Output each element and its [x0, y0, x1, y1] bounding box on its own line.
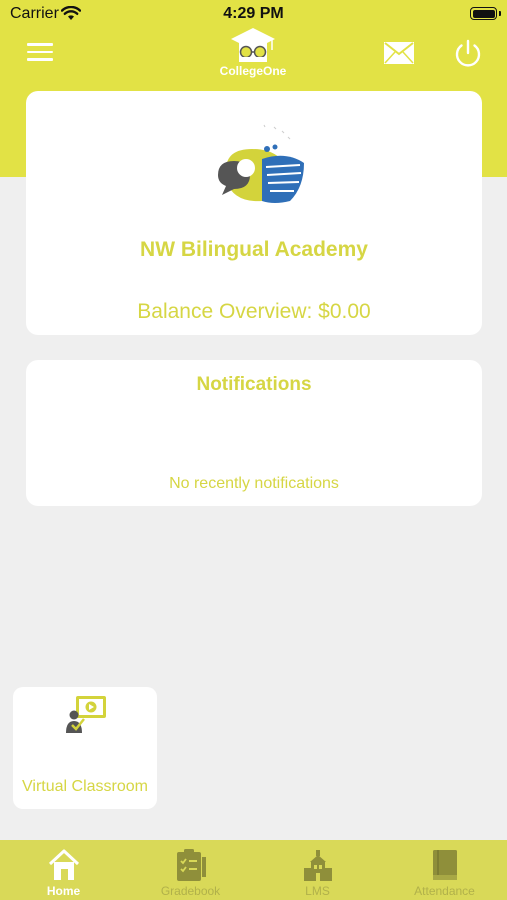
virtual-classroom-label: Virtual Classroom [22, 778, 148, 795]
tab-home[interactable]: Home [0, 840, 127, 900]
virtual-classroom-icon [64, 695, 108, 737]
tab-home-label: Home [46, 884, 81, 898]
notifications-empty-message: No recently notifications [169, 475, 339, 492]
virtual-classroom-button[interactable]: Virtual Classroom [13, 687, 157, 809]
tab-lms[interactable]: LMS [254, 840, 381, 900]
home-icon [48, 848, 80, 882]
school-logo [204, 115, 314, 215]
power-icon[interactable] [452, 38, 484, 70]
tab-attendance-label: Attendance [414, 884, 475, 898]
school-name: NW Bilingual Academy [140, 238, 368, 261]
graduate-cap-icon [231, 28, 275, 62]
notifications-card[interactable]: Notifications No recently notifications [26, 360, 482, 506]
gradebook-icon [175, 848, 207, 882]
lms-icon [302, 848, 334, 882]
school-card: NW Bilingual Academy Balance Overview: $… [26, 91, 482, 335]
collegeone-logo: CollegeOne [209, 26, 297, 80]
battery-icon [470, 7, 497, 20]
status-bar: Carrier 4:29 PM [0, 0, 507, 28]
hamburger-menu-icon[interactable] [27, 43, 55, 63]
balance-overview[interactable]: Balance Overview: $0.00 [26, 300, 482, 324]
tab-lms-label: LMS [305, 884, 330, 898]
status-time: 4:29 PM [223, 5, 284, 22]
notifications-title: Notifications [196, 374, 312, 395]
tab-attendance[interactable]: Attendance [381, 840, 507, 900]
attendance-icon [429, 848, 461, 882]
logo-text: CollegeOne [219, 64, 287, 78]
tab-gradebook-label: Gradebook [160, 884, 221, 898]
tab-gradebook[interactable]: Gradebook [127, 840, 254, 900]
bottom-tab-bar: Home Gradebook LMS Attendance [0, 840, 507, 900]
envelope-icon[interactable] [384, 42, 414, 64]
